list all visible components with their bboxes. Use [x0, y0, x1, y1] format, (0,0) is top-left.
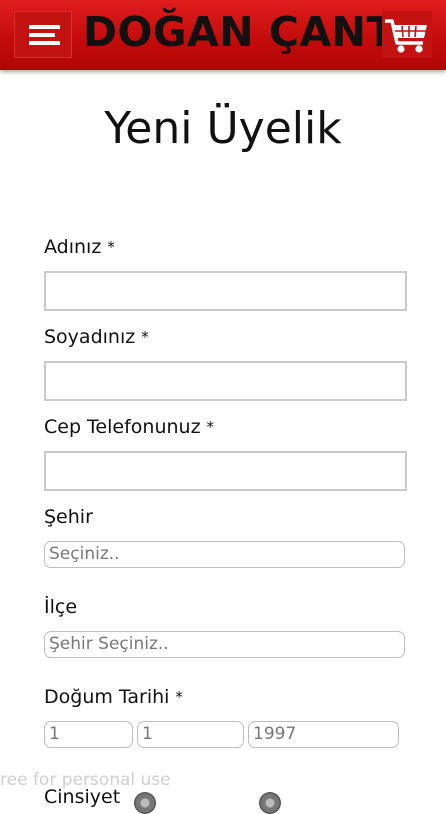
first-name-input[interactable]: [44, 271, 407, 311]
last-name-label-text: Soyadınız: [44, 326, 136, 348]
phone-label-text: Cep Telefonunuz: [44, 416, 201, 438]
top-header: DOĞAN ÇANTA: [0, 0, 446, 70]
required-mark: *: [141, 328, 149, 346]
last-name-input[interactable]: [44, 361, 407, 401]
first-name-label-text: Adınız: [44, 236, 102, 258]
required-mark: *: [107, 238, 115, 256]
city-select[interactable]: Seçiniz..: [44, 541, 405, 568]
page-title: Yeni Üyelik: [104, 103, 342, 154]
required-mark: *: [175, 688, 183, 706]
cart-button[interactable]: [382, 11, 432, 58]
birth-year-select[interactable]: 1997: [248, 721, 399, 748]
gender-radio-1[interactable]: [134, 792, 156, 814]
hamburger-menu-button[interactable]: [14, 11, 72, 58]
menu-bar-2: [29, 33, 55, 37]
required-mark: *: [206, 418, 215, 436]
city-label: Şehir: [44, 506, 93, 528]
birth-date-label-text: Doğum Tarihi: [44, 686, 170, 708]
phone-input[interactable]: [44, 451, 407, 491]
district-select[interactable]: Şehir Seçiniz..: [44, 631, 405, 658]
birth-date-label: Doğum Tarihi *: [44, 684, 183, 711]
gender-radio-2[interactable]: [259, 792, 281, 814]
birth-day-select[interactable]: 1: [44, 721, 133, 748]
shopping-cart-icon: [385, 19, 427, 53]
gender-label: Cinsiyet: [44, 786, 121, 808]
phone-label: Cep Telefonunuz *: [44, 414, 214, 441]
menu-bar-3: [29, 41, 60, 45]
menu-bar-1: [29, 25, 60, 29]
last-name-label: Soyadınız *: [44, 324, 149, 351]
site-logo[interactable]: DOĞAN ÇANTA: [83, 6, 424, 58]
birth-month-select[interactable]: 1: [137, 721, 244, 748]
first-name-label: Adınız *: [44, 234, 115, 261]
district-label: İlçe: [44, 596, 78, 618]
